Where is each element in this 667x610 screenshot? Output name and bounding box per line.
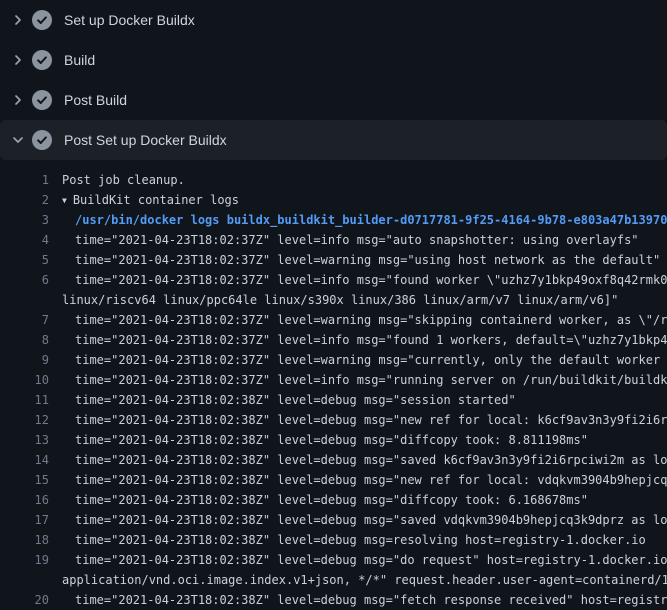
step-row[interactable]: Build <box>0 40 667 80</box>
log-viewer: 1 Post job cleanup. 2 ▼ BuildKit containe… <box>0 160 667 610</box>
check-circle-icon <box>32 50 52 70</box>
log-text: time="2021-04-23T18:02:38Z" level=debug … <box>49 490 588 510</box>
log-line: application/vnd.oci.image.index.v1+json,… <box>0 570 667 590</box>
line-number[interactable]: 13 <box>0 430 49 450</box>
step-row[interactable]: Post Build <box>0 80 667 120</box>
line-number[interactable]: 11 <box>0 390 49 410</box>
log-text: application/vnd.oci.image.index.v1+json,… <box>49 570 667 590</box>
line-number[interactable]: 4 <box>0 230 49 250</box>
group-expander-icon[interactable]: ▼ <box>62 191 67 210</box>
check-circle-icon <box>32 130 52 150</box>
line-number[interactable]: 17 <box>0 510 49 530</box>
log-line: 9 time="2021-04-23T18:02:37Z" level=warn… <box>0 350 667 370</box>
log-line: 20 time="2021-04-23T18:02:38Z" level=deb… <box>0 590 667 610</box>
step-row[interactable]: Post Set up Docker Buildx <box>0 120 667 160</box>
log-line: 17 time="2021-04-23T18:02:38Z" level=deb… <box>0 510 667 530</box>
log-text: time="2021-04-23T18:02:38Z" level=debug … <box>49 430 588 450</box>
step-row[interactable]: Set up Docker Buildx <box>0 0 667 40</box>
check-circle-icon <box>32 10 52 30</box>
line-number[interactable]: 12 <box>0 410 49 430</box>
log-line: 4 time="2021-04-23T18:02:37Z" level=info… <box>0 230 667 250</box>
log-text: time="2021-04-23T18:02:38Z" level=debug … <box>49 530 646 550</box>
log-line: 11 time="2021-04-23T18:02:38Z" level=deb… <box>0 390 667 410</box>
log-line: 12 time="2021-04-23T18:02:38Z" level=deb… <box>0 410 667 430</box>
chevron-down-icon[interactable] <box>10 132 26 148</box>
chevron-right-icon[interactable] <box>10 12 26 28</box>
log-text: time="2021-04-23T18:02:37Z" level=info m… <box>49 270 667 290</box>
step-label: Set up Docker Buildx <box>64 12 195 28</box>
line-number[interactable]: 9 <box>0 350 49 370</box>
group-title[interactable]: BuildKit container logs <box>73 193 239 207</box>
log-line: 14 time="2021-04-23T18:02:38Z" level=deb… <box>0 450 667 470</box>
log-text: /usr/bin/docker logs buildx_buildkit_bui… <box>49 210 667 230</box>
step-label: Build <box>64 52 95 68</box>
log-text: time="2021-04-23T18:02:37Z" level=info m… <box>49 330 667 350</box>
log-text: linux/riscv64 linux/ppc64le linux/s390x … <box>49 290 618 310</box>
log-text: Post job cleanup. <box>49 170 185 190</box>
log-line: 3 /usr/bin/docker logs buildx_buildkit_b… <box>0 210 667 230</box>
log-line: 19 time="2021-04-23T18:02:38Z" level=deb… <box>0 550 667 570</box>
log-line: 6 time="2021-04-23T18:02:37Z" level=info… <box>0 270 667 290</box>
log-line: 13 time="2021-04-23T18:02:38Z" level=deb… <box>0 430 667 450</box>
step-label: Post Build <box>64 92 127 108</box>
log-line: 1 Post job cleanup. <box>0 170 667 190</box>
line-number[interactable]: 16 <box>0 490 49 510</box>
log-line: linux/riscv64 linux/ppc64le linux/s390x … <box>0 290 667 310</box>
log-text: ▼ BuildKit container logs <box>49 190 239 210</box>
step-label: Post Set up Docker Buildx <box>64 132 227 148</box>
line-number[interactable]: 10 <box>0 370 49 390</box>
line-number[interactable]: 20 <box>0 590 49 610</box>
log-line: 18 time="2021-04-23T18:02:38Z" level=deb… <box>0 530 667 550</box>
log-text: time="2021-04-23T18:02:38Z" level=debug … <box>49 390 516 410</box>
line-number[interactable]: 8 <box>0 330 49 350</box>
log-text: time="2021-04-23T18:02:38Z" level=debug … <box>49 510 667 530</box>
line-number[interactable]: 19 <box>0 550 49 570</box>
line-number[interactable]: 7 <box>0 310 49 330</box>
log-text: time="2021-04-23T18:02:38Z" level=debug … <box>49 590 667 610</box>
check-circle-icon <box>32 90 52 110</box>
steps-list: Set up Docker Buildx Build Post Build Po… <box>0 0 667 160</box>
line-number[interactable]: 6 <box>0 270 49 290</box>
log-text: time="2021-04-23T18:02:37Z" level=warnin… <box>49 250 660 270</box>
log-line: 15 time="2021-04-23T18:02:38Z" level=deb… <box>0 470 667 490</box>
log-text: time="2021-04-23T18:02:37Z" level=info m… <box>49 370 667 390</box>
line-number[interactable]: 1 <box>0 170 49 190</box>
log-line: 7 time="2021-04-23T18:02:37Z" level=warn… <box>0 310 667 330</box>
line-number[interactable] <box>0 570 49 590</box>
log-text: time="2021-04-23T18:02:38Z" level=debug … <box>49 450 667 470</box>
log-text: time="2021-04-23T18:02:37Z" level=warnin… <box>49 310 667 330</box>
log-line: 8 time="2021-04-23T18:02:37Z" level=info… <box>0 330 667 350</box>
log-text: time="2021-04-23T18:02:38Z" level=debug … <box>49 470 667 490</box>
line-number[interactable]: 2 <box>0 190 49 210</box>
log-text: time="2021-04-23T18:02:38Z" level=debug … <box>49 550 667 570</box>
line-number[interactable]: 5 <box>0 250 49 270</box>
line-number[interactable] <box>0 290 49 310</box>
log-text: time="2021-04-23T18:02:37Z" level=info m… <box>49 230 639 250</box>
log-line: 16 time="2021-04-23T18:02:38Z" level=deb… <box>0 490 667 510</box>
chevron-right-icon[interactable] <box>10 92 26 108</box>
line-number[interactable]: 3 <box>0 210 49 230</box>
line-number[interactable]: 18 <box>0 530 49 550</box>
line-number[interactable]: 14 <box>0 450 49 470</box>
chevron-right-icon[interactable] <box>10 52 26 68</box>
log-line: 10 time="2021-04-23T18:02:37Z" level=inf… <box>0 370 667 390</box>
log-line: 5 time="2021-04-23T18:02:37Z" level=warn… <box>0 250 667 270</box>
line-number[interactable]: 15 <box>0 470 49 490</box>
log-line: 2 ▼ BuildKit container logs <box>0 190 667 210</box>
log-text: time="2021-04-23T18:02:38Z" level=debug … <box>49 410 667 430</box>
log-text: time="2021-04-23T18:02:37Z" level=warnin… <box>49 350 667 370</box>
